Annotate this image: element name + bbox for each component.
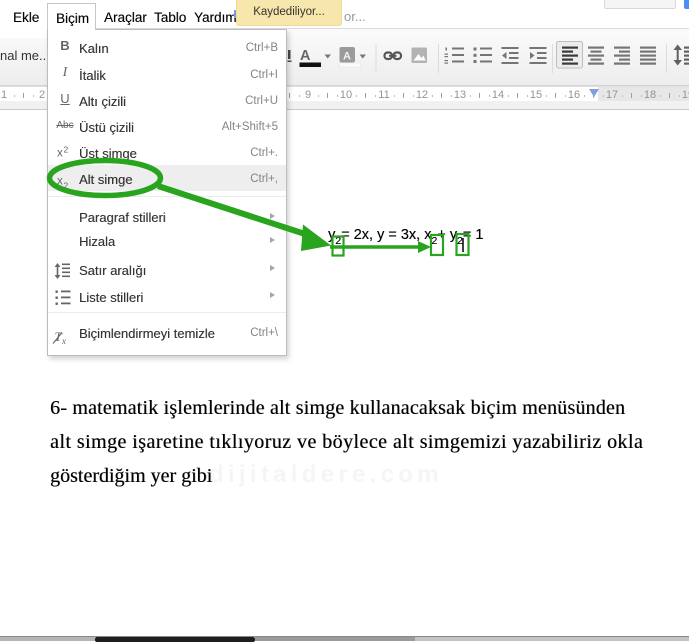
svg-text:A: A (300, 48, 311, 64)
svg-text:A: A (343, 51, 351, 63)
